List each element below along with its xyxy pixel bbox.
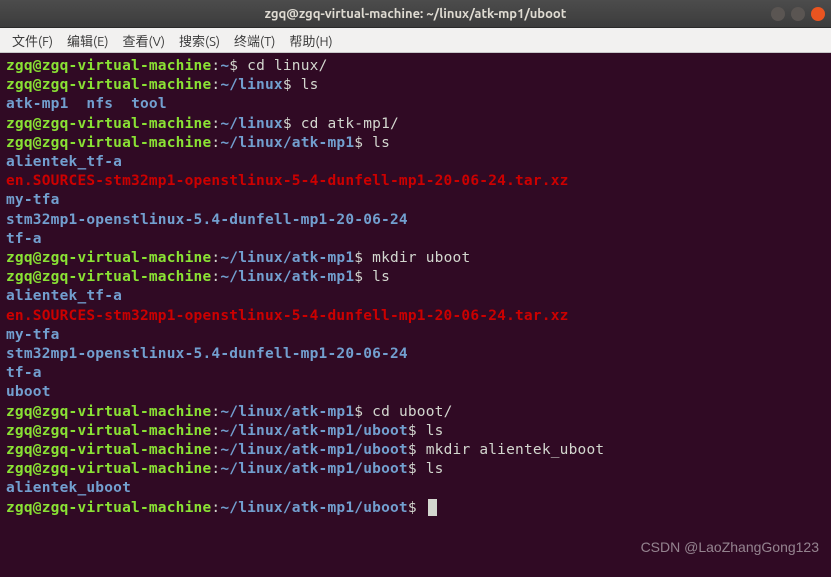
prompt-path: ~ — [220, 58, 229, 74]
ls-output: alientek_uboot — [6, 479, 825, 498]
dir-entry: stm32mp1-openstlinux-5.4-dunfell-mp1-20-… — [6, 212, 408, 228]
terminal-line: zgq@zgq-virtual-machine:~/linux$ cd atk-… — [6, 115, 825, 134]
command-text: cd linux/ — [247, 58, 327, 74]
command-text: mkdir uboot — [372, 250, 470, 266]
terminal-line: zgq@zgq-virtual-machine:~/linux/atk-mp1/… — [6, 460, 825, 479]
prompt-user: zgq@zgq-virtual-machine — [6, 58, 211, 74]
command-text: ls — [426, 423, 444, 439]
dir-entry: alientek_tf-a — [6, 288, 122, 304]
ls-output: alientek_tf-a — [6, 287, 825, 306]
menu-search[interactable]: 搜索(S) — [173, 29, 226, 52]
command-text: cd atk-mp1/ — [301, 116, 399, 132]
terminal-line: zgq@zgq-virtual-machine:~/linux/atk-mp1$… — [6, 403, 825, 422]
dir-entry: stm32mp1-openstlinux-5.4-dunfell-mp1-20-… — [6, 346, 408, 362]
command-text: ls — [301, 77, 319, 93]
terminal-line: zgq@zgq-virtual-machine:~/linux/atk-mp1$… — [6, 134, 825, 153]
prompt-dollar: $ — [229, 58, 238, 74]
menu-help[interactable]: 帮助(H) — [283, 29, 338, 52]
terminal-line: zgq@zgq-virtual-machine:~/linux/atk-mp1/… — [6, 422, 825, 441]
prompt-path: ~/linux — [220, 77, 283, 93]
ls-output: uboot — [6, 383, 825, 402]
prompt-user: zgq@zgq-virtual-machine — [6, 77, 211, 93]
close-button[interactable] — [811, 7, 825, 21]
window-controls — [771, 7, 825, 21]
menu-view[interactable]: 查看(V) — [117, 29, 171, 52]
terminal-area[interactable]: zgq@zgq-virtual-machine:~$ cd linux/ zgq… — [0, 53, 831, 577]
command-text: mkdir alientek_uboot — [426, 442, 605, 458]
ls-output: my-tfa — [6, 326, 825, 345]
ls-output: en.SOURCES-stm32mp1-openstlinux-5-4-dunf… — [6, 172, 825, 191]
ls-output: my-tfa — [6, 191, 825, 210]
command-text: cd uboot/ — [372, 404, 452, 420]
command-text: ls — [426, 461, 444, 477]
ls-output: alientek_tf-a — [6, 153, 825, 172]
window-titlebar: zgq@zgq-virtual-machine: ~/linux/atk-mp1… — [0, 0, 831, 28]
dir-entry: my-tfa — [6, 192, 60, 208]
terminal-line: zgq@zgq-virtual-machine:~/linux/atk-mp1$… — [6, 249, 825, 268]
command-text: ls — [372, 135, 390, 151]
minimize-button[interactable] — [771, 7, 785, 21]
ls-output: tf-a — [6, 230, 825, 249]
terminal-line: zgq@zgq-virtual-machine:~/linux/atk-mp1$… — [6, 268, 825, 287]
ls-output: stm32mp1-openstlinux-5.4-dunfell-mp1-20-… — [6, 211, 825, 230]
ls-output: tf-a — [6, 364, 825, 383]
dir-entry: nfs — [86, 96, 113, 112]
dir-entry: alientek_uboot — [6, 480, 131, 496]
dir-entry: tf-a — [6, 365, 42, 381]
command-text: ls — [372, 269, 390, 285]
dir-entry: tf-a — [6, 231, 42, 247]
menu-edit[interactable]: 编辑(E) — [61, 29, 114, 52]
dir-entry: tool — [131, 96, 167, 112]
dir-entry: alientek_tf-a — [6, 154, 122, 170]
dir-entry: atk-mp1 — [6, 96, 69, 112]
archive-entry: en.SOURCES-stm32mp1-openstlinux-5-4-dunf… — [6, 308, 569, 324]
ls-output: atk-mp1 nfs tool — [6, 95, 825, 114]
prompt-sep: : — [211, 58, 220, 74]
terminal-line: zgq@zgq-virtual-machine:~/linux$ ls — [6, 76, 825, 95]
dir-entry: my-tfa — [6, 327, 60, 343]
maximize-button[interactable] — [791, 7, 805, 21]
ls-output: stm32mp1-openstlinux-5.4-dunfell-mp1-20-… — [6, 345, 825, 364]
menu-file[interactable]: 文件(F) — [6, 29, 59, 52]
terminal-line: zgq@zgq-virtual-machine:~/linux/atk-mp1/… — [6, 499, 825, 518]
menu-bar: 文件(F) 编辑(E) 查看(V) 搜索(S) 终端(T) 帮助(H) — [0, 28, 831, 53]
terminal-line: zgq@zgq-virtual-machine:~/linux/atk-mp1/… — [6, 441, 825, 460]
cursor-icon — [428, 499, 437, 516]
ls-output: en.SOURCES-stm32mp1-openstlinux-5-4-dunf… — [6, 307, 825, 326]
archive-entry: en.SOURCES-stm32mp1-openstlinux-5-4-dunf… — [6, 173, 569, 189]
dir-entry: uboot — [6, 384, 51, 400]
menu-terminal[interactable]: 终端(T) — [228, 29, 281, 52]
window-title: zgq@zgq-virtual-machine: ~/linux/atk-mp1… — [265, 7, 567, 21]
terminal-line: zgq@zgq-virtual-machine:~$ cd linux/ — [6, 57, 825, 76]
